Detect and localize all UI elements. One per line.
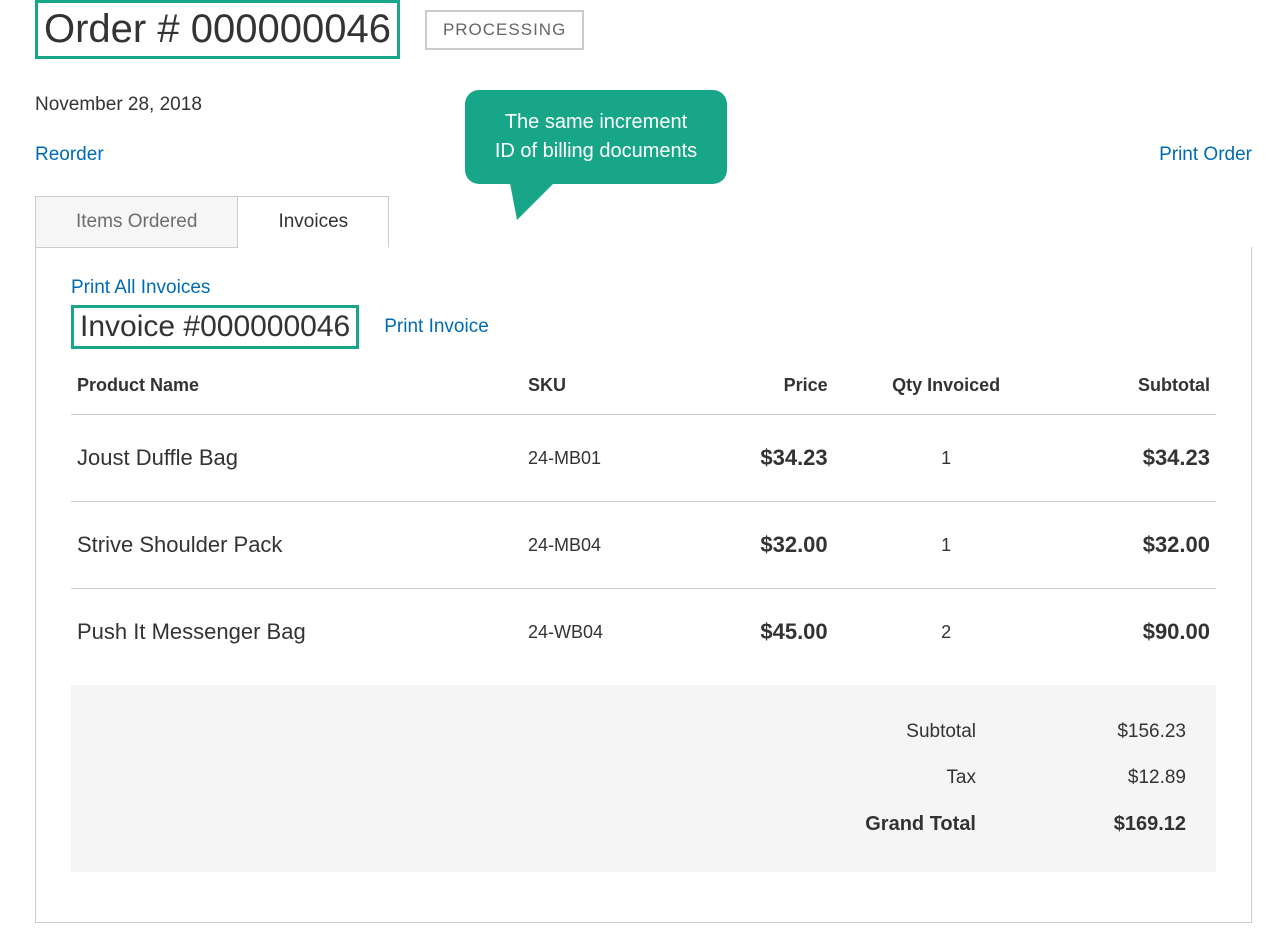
cell-name: Push It Messenger Bag <box>71 589 522 676</box>
callout-tooltip: The same increment ID of billing documen… <box>465 90 727 184</box>
invoices-panel: Print All Invoices Invoice #000000046 Pr… <box>35 247 1252 923</box>
cell-qty: 2 <box>834 589 1059 676</box>
totals-block: Subtotal $156.23 Tax $12.89 Grand Total … <box>71 685 1216 872</box>
cell-subtotal: $90.00 <box>1059 589 1216 676</box>
table-row: Strive Shoulder Pack 24-MB04 $32.00 1 $3… <box>71 502 1216 589</box>
subtotal-label: Subtotal <box>826 721 976 743</box>
print-invoice-link[interactable]: Print Invoice <box>384 316 489 338</box>
cell-sku: 24-MB01 <box>522 415 685 502</box>
table-row: Push It Messenger Bag 24-WB04 $45.00 2 $… <box>71 589 1216 676</box>
col-subtotal: Subtotal <box>1059 357 1216 415</box>
col-price: Price <box>685 357 834 415</box>
col-qty: Qty Invoiced <box>834 357 1059 415</box>
table-row: Joust Duffle Bag 24-MB01 $34.23 1 $34.23 <box>71 415 1216 502</box>
tax-value: $12.89 <box>1076 767 1186 789</box>
cell-name: Strive Shoulder Pack <box>71 502 522 589</box>
cell-sku: 24-MB04 <box>522 502 685 589</box>
tabs: Items Ordered Invoices <box>35 196 1252 248</box>
cell-qty: 1 <box>834 415 1059 502</box>
cell-name: Joust Duffle Bag <box>71 415 522 502</box>
tab-items-ordered[interactable]: Items Ordered <box>35 196 238 248</box>
cell-sku: 24-WB04 <box>522 589 685 676</box>
invoice-items-table: Product Name SKU Price Qty Invoiced Subt… <box>71 357 1216 675</box>
cell-price: $45.00 <box>685 589 834 676</box>
print-all-invoices-link[interactable]: Print All Invoices <box>71 277 1216 299</box>
cell-subtotal: $34.23 <box>1059 415 1216 502</box>
order-title: Order # 000000046 <box>35 0 400 59</box>
col-product-name: Product Name <box>71 357 522 415</box>
col-sku: SKU <box>522 357 685 415</box>
tab-invoices[interactable]: Invoices <box>238 196 389 248</box>
grand-total-label: Grand Total <box>826 813 976 836</box>
status-badge: PROCESSING <box>425 10 584 50</box>
cell-price: $34.23 <box>685 415 834 502</box>
tax-label: Tax <box>826 767 976 789</box>
grand-total-value: $169.12 <box>1076 813 1186 836</box>
print-order-link[interactable]: Print Order <box>1159 144 1252 166</box>
invoice-title: Invoice #000000046 <box>71 305 359 349</box>
cell-qty: 1 <box>834 502 1059 589</box>
cell-price: $32.00 <box>685 502 834 589</box>
cell-subtotal: $32.00 <box>1059 502 1216 589</box>
subtotal-value: $156.23 <box>1076 721 1186 743</box>
reorder-link[interactable]: Reorder <box>35 144 104 166</box>
